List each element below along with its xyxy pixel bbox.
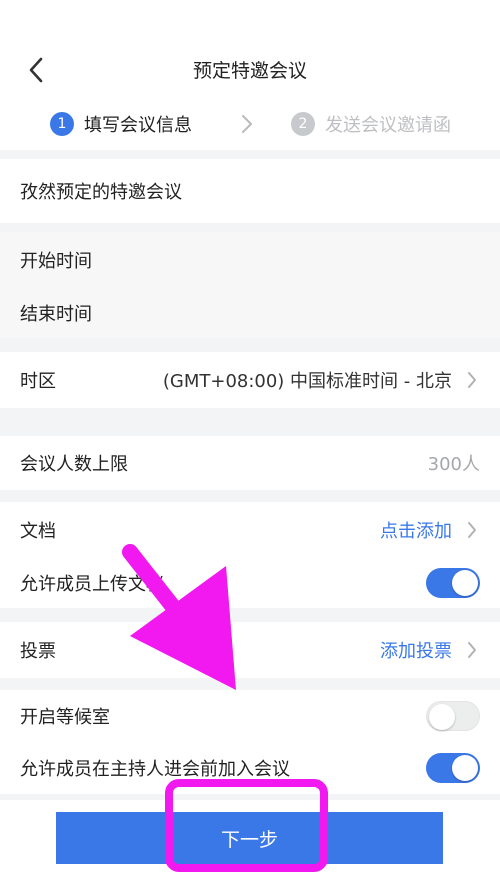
allow-upload-row: 允许成员上传文档 [0, 558, 500, 608]
allow-upload-label: 允许成员上传文档 [20, 574, 164, 595]
step-number-1: 1 [50, 112, 74, 136]
page-title: 预定特邀会议 [192, 60, 307, 82]
step-number-2: 2 [291, 112, 315, 136]
top-bar: 预定特邀会议 1 填写会议信息 2 发送会议邀请函 [0, 0, 500, 150]
capacity-label: 会议人数上限 [20, 454, 128, 475]
timezone-row[interactable]: 时区 (GMT+08:00) 中国标准时间 - 北京 [0, 352, 500, 408]
waiting-room-label: 开启等候室 [20, 707, 110, 728]
docs-row[interactable]: 文档 点击添加 [0, 502, 500, 558]
meeting-topic-value: 孜然预定的特邀会议 [20, 182, 182, 203]
toggle-knob [429, 704, 455, 730]
vote-row[interactable]: 投票 添加投票 [0, 622, 500, 678]
capacity-row: 会议人数上限 300人 [0, 436, 500, 490]
timezone-value: (GMT+08:00) 中国标准时间 - 北京 [162, 371, 452, 392]
chevron-right-icon [242, 115, 252, 133]
docs-add-link[interactable]: 点击添加 [380, 517, 452, 543]
annotation-highlight-box [165, 779, 328, 872]
step-label-1: 填写会议信息 [84, 115, 192, 136]
toggle-knob [452, 755, 478, 781]
waiting-room-toggle[interactable] [426, 701, 480, 731]
toggle-knob [452, 570, 478, 596]
vote-add-link[interactable]: 添加投票 [380, 637, 452, 663]
step-indicator: 1 填写会议信息 2 发送会议邀请函 [0, 108, 500, 140]
end-time-row[interactable]: 结束时间 [0, 288, 500, 338]
chevron-right-icon [468, 522, 476, 538]
docs-label: 文档 [20, 521, 56, 542]
capacity-value: 300人 [427, 454, 480, 475]
start-time-label: 开始时间 [20, 251, 92, 272]
join-before-host-label: 允许成员在主持人进会前加入会议 [20, 759, 290, 780]
chevron-right-icon [468, 642, 476, 658]
waiting-room-row: 开启等候室 [0, 690, 500, 742]
start-time-row[interactable]: 开始时间 [0, 232, 500, 288]
step-send-invite: 2 发送会议邀请函 [291, 108, 451, 140]
vote-label: 投票 [20, 641, 56, 662]
chevron-right-icon [468, 372, 476, 388]
step-label-2: 发送会议邀请函 [325, 115, 451, 136]
join-before-host-toggle[interactable] [426, 753, 480, 783]
allow-upload-toggle[interactable] [426, 568, 480, 598]
meeting-topic-field[interactable]: 孜然预定的特邀会议 [0, 159, 500, 223]
timezone-label: 时区 [20, 371, 56, 392]
step-fill-info: 1 填写会议信息 [50, 108, 192, 140]
end-time-label: 结束时间 [20, 304, 92, 325]
